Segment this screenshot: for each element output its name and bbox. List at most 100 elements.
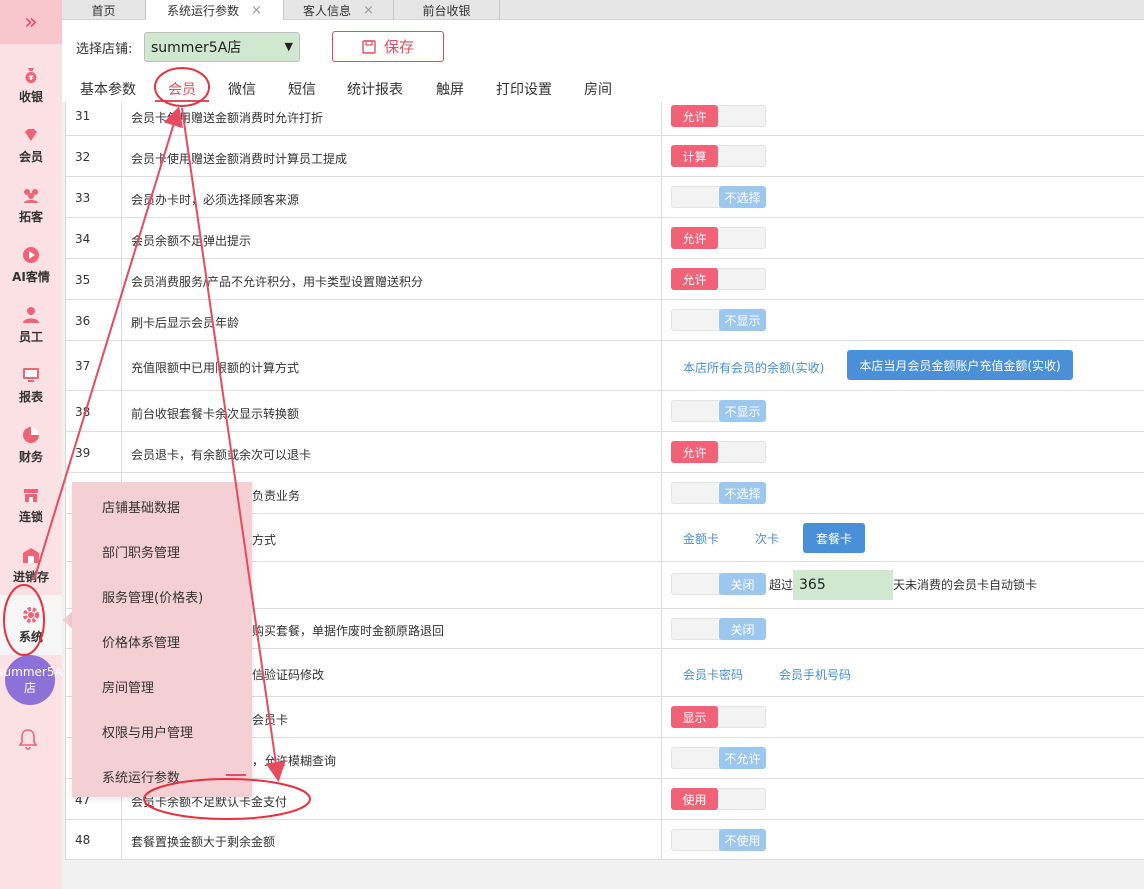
subtab-wechat[interactable]: 微信 bbox=[228, 79, 256, 99]
tab-label: 前台收银 bbox=[422, 3, 471, 18]
settings-header: 选择店铺: summer5A店 ▼ 保存 基本参数 会员 微信 短信 统计报表 … bbox=[62, 20, 1144, 102]
toggle-switch[interactable]: 关闭 bbox=[671, 573, 766, 595]
toggle-switch[interactable]: 不显示 bbox=[671, 309, 766, 331]
store-icon bbox=[24, 488, 38, 502]
bell-icon[interactable] bbox=[18, 728, 38, 750]
warehouse-icon bbox=[23, 547, 39, 563]
inactive-days-value: 365 bbox=[799, 577, 826, 593]
row-description: 充值限额中已用限额的计算方式 bbox=[131, 361, 300, 375]
row-description: 会员消费服务/产品不允许积分，用卡类型设置赠送积分 bbox=[131, 275, 424, 289]
expand-sidebar-button[interactable]: » bbox=[0, 0, 62, 44]
row-number: 33 bbox=[75, 191, 91, 205]
option-amount-card[interactable]: 金额卡 bbox=[683, 530, 719, 547]
option-all-member-balance[interactable]: 本店所有会员的余额(实收) bbox=[683, 359, 824, 376]
menu-item-room-management[interactable]: 房间管理 bbox=[102, 677, 154, 696]
toggle-switch[interactable]: 不显示 bbox=[671, 400, 766, 422]
table-row: 35 会员消费服务/产品不允许积分，用卡类型设置赠送积分 允许 bbox=[66, 259, 1144, 300]
table-row: 48 套餐置换金额大于剩余金额 不使用 bbox=[66, 820, 1144, 860]
store-avatar-label: summer5A店 bbox=[0, 665, 63, 695]
sidebar-item-expand-customers[interactable]: 拓客 bbox=[0, 175, 62, 235]
subtab-touchscreen[interactable]: 触屏 bbox=[436, 79, 464, 99]
save-button[interactable]: 保存 bbox=[332, 31, 444, 62]
sidebar-item-label: 报表 bbox=[18, 389, 43, 404]
toggle-switch[interactable]: 允许 bbox=[671, 227, 766, 249]
subtab-print-settings[interactable]: 打印设置 bbox=[496, 79, 552, 99]
sidebar-item-staff[interactable]: 员工 bbox=[0, 295, 62, 355]
inactive-days-input[interactable]: 365 bbox=[793, 570, 893, 600]
gear-icon bbox=[23, 606, 39, 623]
sidebar-item-cashier[interactable]: ¥ 收银 bbox=[0, 55, 62, 115]
row-number: 38 bbox=[75, 405, 91, 419]
row-description: 刷卡后显示会员年龄 bbox=[131, 316, 240, 330]
person-icon bbox=[23, 306, 39, 323]
tab-guest-info[interactable]: 客人信息 × bbox=[284, 0, 394, 20]
subtab-member[interactable]: 会员 bbox=[168, 79, 196, 99]
option-count-card[interactable]: 次卡 bbox=[755, 530, 779, 547]
subtab-rooms[interactable]: 房间 bbox=[584, 79, 612, 99]
menu-item-store-basic-data[interactable]: 店铺基础数据 bbox=[102, 497, 180, 516]
sidebar-item-reports[interactable]: 报表 bbox=[0, 355, 62, 415]
tab-system-params[interactable]: 系统运行参数 × bbox=[146, 0, 284, 20]
table-row: 36 刷卡后显示会员年龄 不显示 bbox=[66, 300, 1144, 341]
subtab-stat-reports[interactable]: 统计报表 bbox=[347, 79, 403, 99]
monitor-icon bbox=[23, 367, 39, 382]
toggle-switch[interactable]: 不使用 bbox=[671, 829, 766, 851]
page-bottom bbox=[62, 860, 1144, 889]
toggle-switch[interactable]: 显示 bbox=[671, 706, 766, 728]
toggle-label: 不使用 bbox=[719, 829, 766, 851]
menu-item-system-params[interactable]: 系统运行参数 bbox=[102, 767, 180, 786]
pie-chart-icon bbox=[23, 426, 39, 443]
toggle-switch[interactable]: 不选择 bbox=[671, 482, 766, 504]
table-row: 31 会员卡使用赠送金额消费时允许打折 允许 bbox=[66, 102, 1144, 136]
tab-front-cashier[interactable]: 前台收银 bbox=[394, 0, 500, 20]
store-select-label: 选择店铺: bbox=[76, 42, 133, 57]
toggle-label: 关闭 bbox=[719, 618, 766, 640]
row-number: 34 bbox=[75, 232, 91, 246]
sidebar-item-member[interactable]: 会员 bbox=[0, 115, 62, 175]
store-select[interactable]: summer5A店 ▼ bbox=[144, 32, 300, 62]
system-popup-menu: 店铺基础数据 部门职务管理 服务管理(价格表) 价格体系管理 房间管理 权限与用… bbox=[72, 482, 252, 797]
tab-label: 系统运行参数 bbox=[167, 3, 240, 18]
menu-item-permissions-users[interactable]: 权限与用户管理 bbox=[102, 722, 193, 741]
toggle-switch[interactable]: 计算 bbox=[671, 145, 766, 167]
toggle-switch[interactable]: 不允许 bbox=[671, 747, 766, 769]
toggle-switch[interactable]: 允许 bbox=[671, 105, 766, 127]
row-number: 37 bbox=[75, 359, 91, 373]
sidebar-item-label: AI客情 bbox=[12, 269, 50, 284]
toggle-label: 允许 bbox=[671, 268, 718, 290]
option-card-password[interactable]: 会员卡密码 bbox=[683, 666, 743, 683]
sidebar-item-label: 进销存 bbox=[12, 569, 49, 584]
double-chevron-right-icon: » bbox=[24, 9, 38, 35]
menu-item-department-roles[interactable]: 部门职务管理 bbox=[102, 542, 180, 561]
toggle-switch[interactable]: 使用 bbox=[671, 788, 766, 810]
toggle-switch[interactable]: 关闭 bbox=[671, 618, 766, 640]
option-package-card-button[interactable]: 套餐卡 bbox=[803, 523, 865, 553]
sidebar-item-system[interactable]: 系统 bbox=[0, 595, 62, 655]
table-row: 39 会员退卡，有余额或余次可以退卡 允许 bbox=[66, 432, 1144, 473]
tab-home[interactable]: 首页 bbox=[62, 0, 146, 20]
row-description: 会员卡 bbox=[252, 713, 289, 727]
sidebar-item-ai-customer[interactable]: AI客情 bbox=[0, 235, 62, 295]
row-number: 36 bbox=[75, 314, 91, 328]
toggle-label: 允许 bbox=[671, 105, 718, 127]
chevron-down-icon: ▼ bbox=[284, 40, 293, 53]
row-description: ，允许模糊查询 bbox=[252, 754, 337, 768]
subtab-sms[interactable]: 短信 bbox=[288, 79, 316, 99]
sidebar-item-inventory[interactable]: 进销存 bbox=[0, 535, 62, 595]
store-avatar[interactable]: summer5A店 bbox=[0, 655, 63, 705]
toggle-switch[interactable]: 允许 bbox=[671, 441, 766, 463]
option-monthly-recharge-button[interactable]: 本店当月会员金额账户充值金额(实收) bbox=[847, 350, 1073, 380]
row-description: 会员卡使用赠送金额消费时允许打折 bbox=[131, 111, 324, 125]
sidebar-item-chain[interactable]: 连锁 bbox=[0, 475, 62, 535]
sidebar-item-finance[interactable]: 财务 bbox=[0, 415, 62, 475]
close-icon[interactable]: × bbox=[251, 3, 262, 18]
option-member-phone[interactable]: 会员手机号码 bbox=[779, 666, 851, 683]
toggle-switch[interactable]: 允许 bbox=[671, 268, 766, 290]
row-number: 35 bbox=[75, 273, 91, 287]
close-icon[interactable]: × bbox=[363, 3, 374, 18]
toggle-switch[interactable]: 不选择 bbox=[671, 186, 766, 208]
subtab-basic-params[interactable]: 基本参数 bbox=[80, 79, 136, 99]
save-button-label: 保存 bbox=[383, 38, 414, 56]
menu-item-service-prices[interactable]: 服务管理(价格表) bbox=[102, 587, 203, 606]
menu-item-price-system[interactable]: 价格体系管理 bbox=[102, 632, 180, 651]
